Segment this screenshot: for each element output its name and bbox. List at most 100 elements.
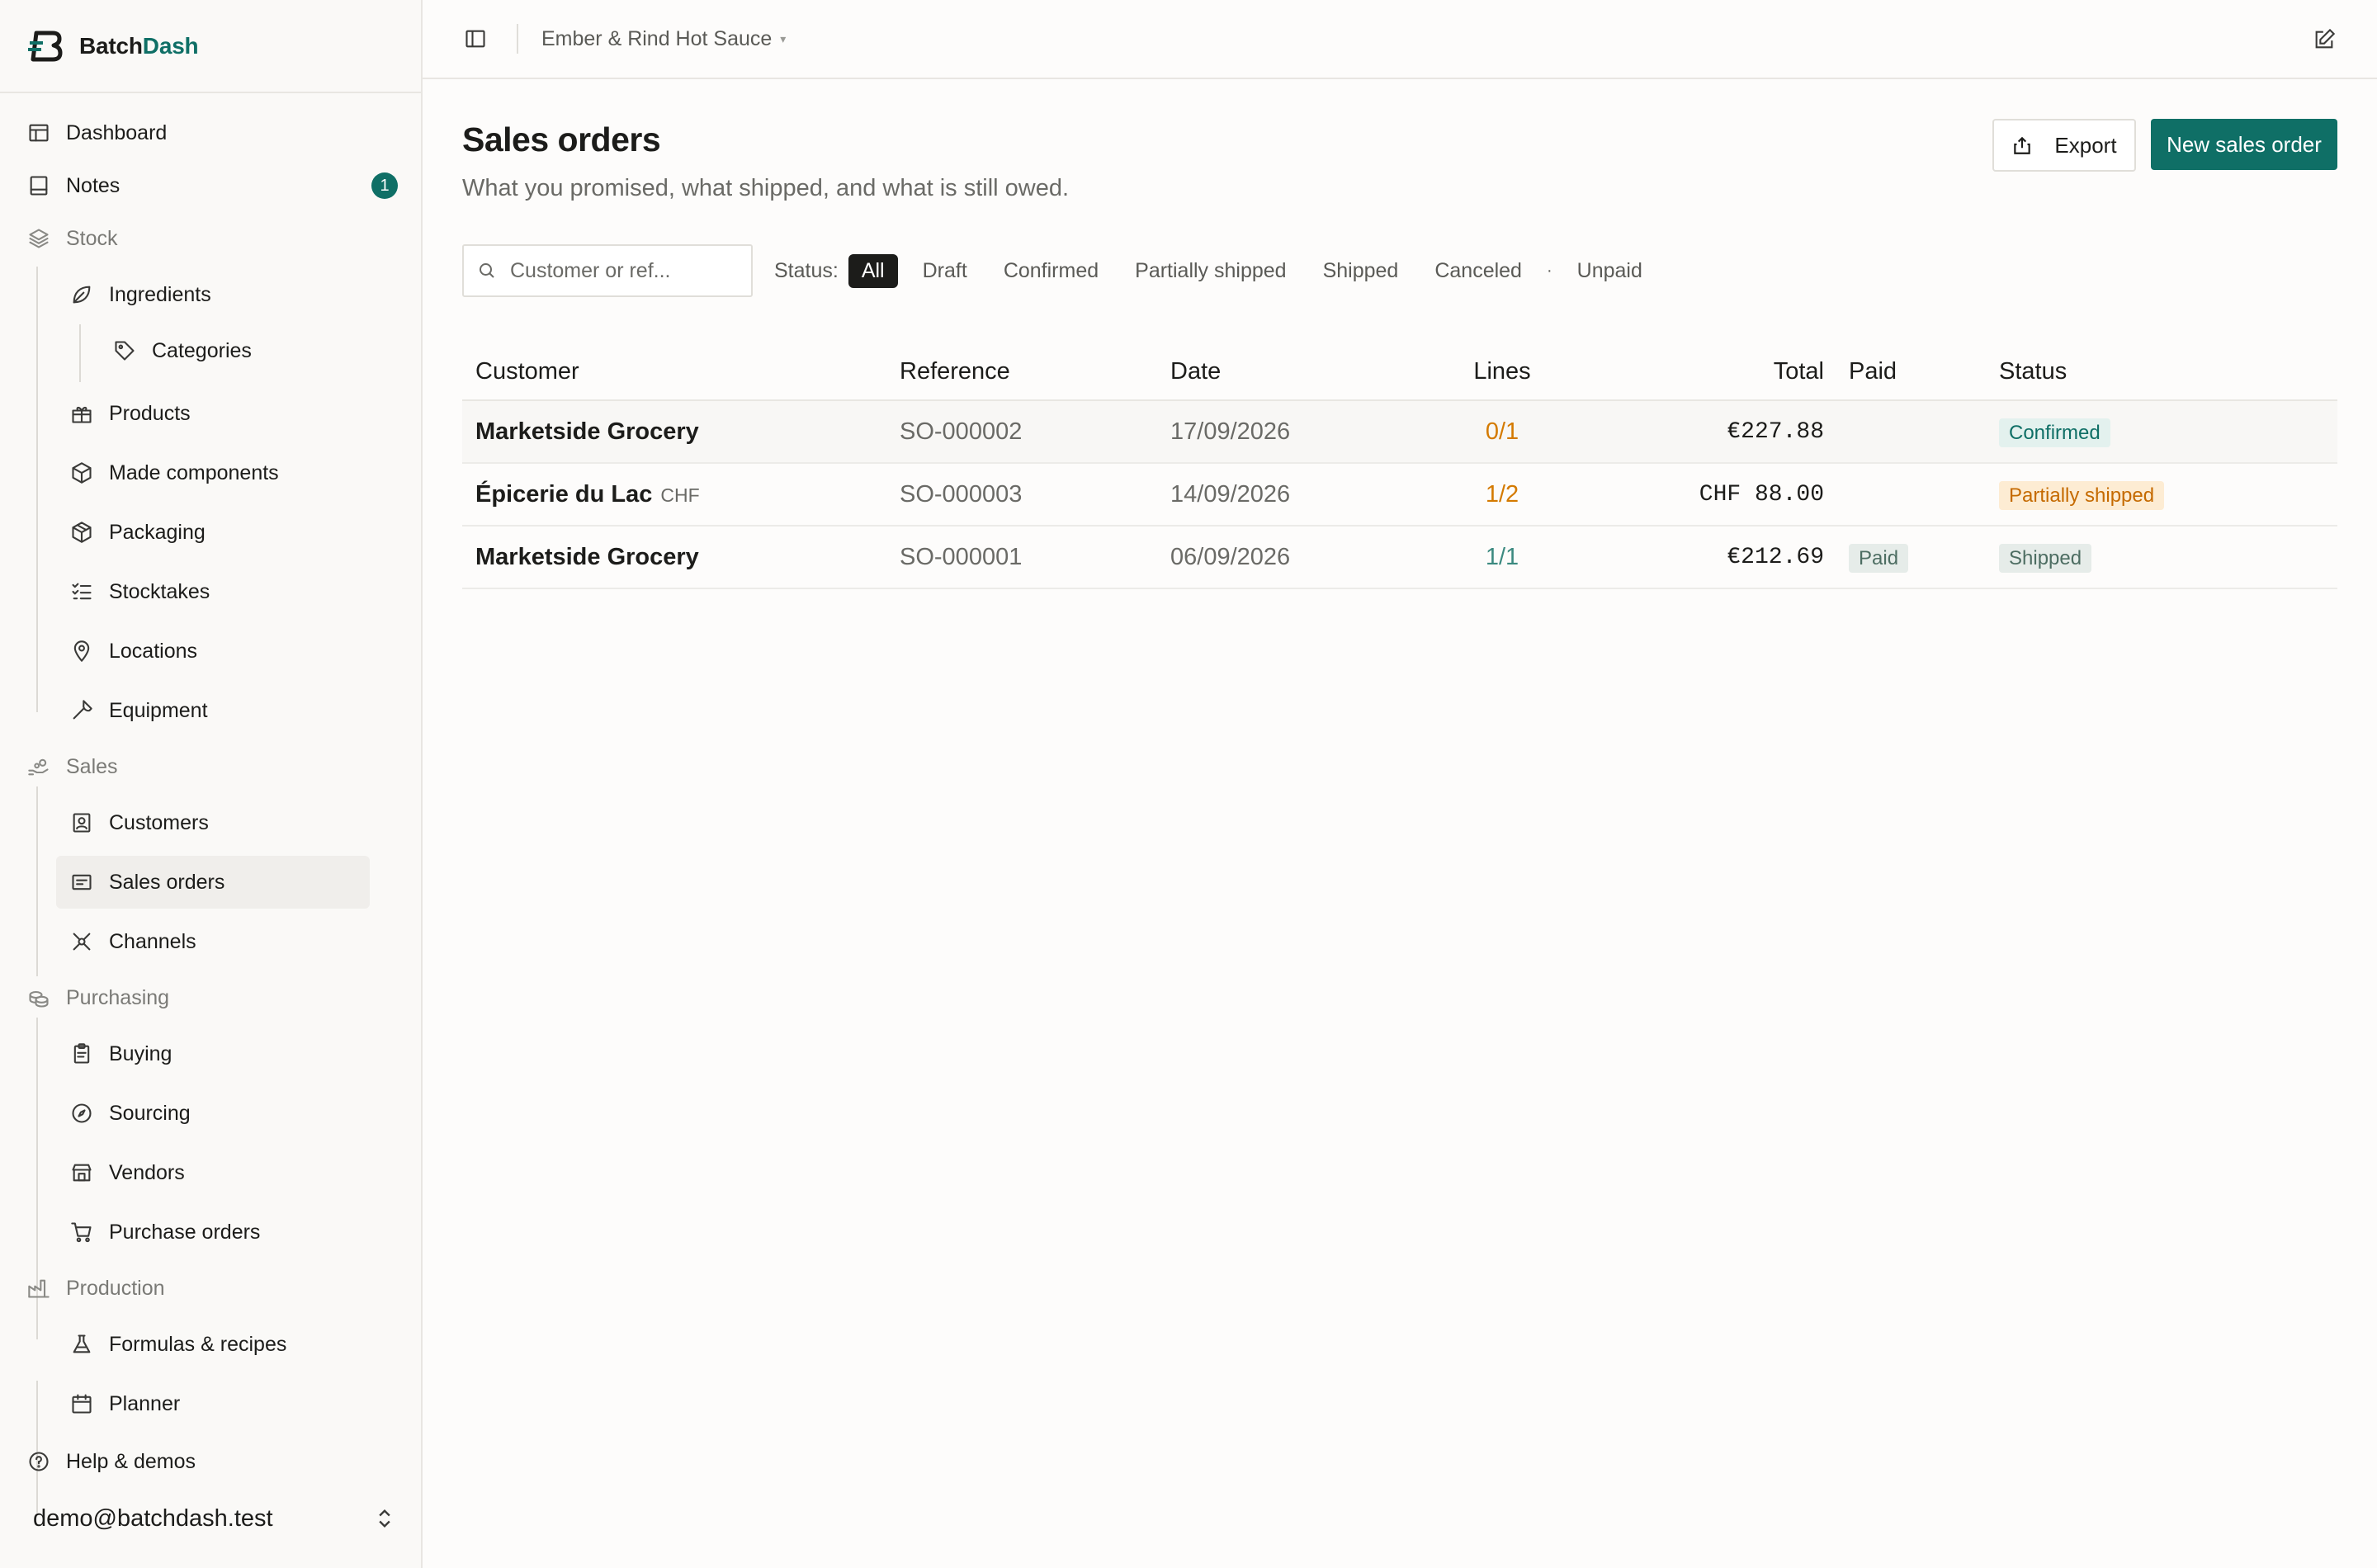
tree-line-ingredients	[79, 324, 81, 382]
hand-coins-icon	[26, 754, 51, 779]
flask-icon	[69, 1332, 94, 1357]
table-row[interactable]: Épicerie du Lac CHF SO-000003 14/09/2026 …	[462, 464, 2337, 527]
factory-icon	[26, 1276, 51, 1301]
sidebar-item-planner[interactable]: Planner	[69, 1377, 370, 1430]
row-customer: Épicerie du Lac CHF	[475, 480, 700, 508]
caret-down-icon: ▾	[780, 31, 787, 45]
sidebar-section-purchasing[interactable]: Purchasing	[26, 971, 398, 1024]
row-total: €227.88	[1727, 418, 1824, 445]
header-reference[interactable]: Reference	[900, 358, 1010, 385]
sidebar-item-purchase-orders[interactable]: Purchase orders	[69, 1206, 370, 1259]
panel-left-icon	[465, 30, 485, 48]
sidebar: BatchDash Dashboard Notes 1 Stock Ingred…	[0, 0, 423, 1568]
status-filter-unpaid[interactable]: Unpaid	[1577, 259, 1642, 283]
row-lines: 1/1	[1485, 543, 1519, 570]
notes-badge: 1	[371, 172, 398, 199]
compass-icon	[69, 1101, 94, 1126]
header-date[interactable]: Date	[1170, 358, 1221, 385]
tag-icon	[112, 338, 137, 363]
sidebar-item-vendors[interactable]: Vendors	[69, 1146, 370, 1199]
calendar-icon	[69, 1391, 94, 1416]
sidebar-item-locations[interactable]: Locations	[69, 625, 370, 678]
status-filter-label: Status:	[774, 258, 839, 282]
sidebar-item-equipment[interactable]: Equipment	[69, 684, 370, 737]
sidebar-item-ingredients[interactable]: Ingredients	[69, 268, 370, 321]
paid-badge: Paid	[1849, 543, 1909, 573]
sidebar-section-production[interactable]: Production	[26, 1262, 398, 1315]
layers-icon	[26, 226, 51, 251]
coins-icon	[26, 985, 51, 1010]
row-date: 06/09/2026	[1170, 543, 1291, 570]
sidebar-item-products[interactable]: Products	[69, 387, 370, 440]
header-status[interactable]: Status	[1999, 358, 2067, 385]
header-paid[interactable]: Paid	[1849, 358, 1897, 385]
status-filter-draft[interactable]: Draft	[923, 259, 967, 283]
sidebar-item-sales-orders[interactable]: Sales orders	[56, 856, 370, 909]
leaf-icon	[69, 282, 94, 307]
sidebar-item-customers[interactable]: Customers	[69, 796, 370, 849]
sidebar-item-notes[interactable]: Notes 1	[26, 159, 398, 212]
brand-name: BatchDash	[79, 32, 199, 59]
chevrons-up-down-icon	[379, 1509, 390, 1528]
workspace-name: Ember & Rind Hot Sauce	[541, 26, 773, 50]
sidebar-section-sales[interactable]: Sales	[26, 740, 398, 793]
filter-separator-dot: ·	[1546, 261, 1552, 280]
row-reference: SO-000001	[900, 543, 1023, 570]
brand[interactable]: BatchDash	[0, 0, 421, 93]
sidebar-item-stocktakes[interactable]: Stocktakes	[69, 565, 370, 618]
sidebar-item-made-components[interactable]: Made components	[69, 446, 370, 499]
header-lines[interactable]: Lines	[1453, 358, 1552, 385]
share-icon	[2014, 136, 2031, 154]
table-header: Customer Reference Date Lines Total Paid…	[462, 343, 2337, 401]
account-switcher[interactable]: demo@batchdash.test	[33, 1494, 396, 1543]
map-pin-icon	[69, 639, 94, 664]
search-icon	[480, 263, 494, 278]
compose-button[interactable]	[2308, 23, 2341, 56]
row-reference: SO-000002	[900, 418, 1023, 445]
edit-icon	[2315, 28, 2336, 49]
status-filter-canceled[interactable]: Canceled	[1434, 259, 1522, 283]
sidebar-item-packaging[interactable]: Packaging	[69, 506, 370, 559]
sidebar-item-dashboard[interactable]: Dashboard	[26, 106, 398, 159]
sidebar-item-buying[interactable]: Buying	[69, 1027, 370, 1080]
workspace-switcher[interactable]: Ember & Rind Hot Sauce ▾	[541, 27, 786, 51]
sidebar-item-help[interactable]: Help & demos	[26, 1435, 398, 1488]
sidebar-item-categories[interactable]: Categories	[112, 324, 360, 377]
search-box[interactable]	[462, 244, 753, 297]
status-badge: Shipped	[1999, 543, 2092, 573]
sales-orders-table: Customer Reference Date Lines Total Paid…	[462, 343, 2337, 589]
cart-icon	[69, 1220, 94, 1244]
top-bar: Ember & Rind Hot Sauce ▾	[423, 0, 2377, 79]
batchdash-logo-icon	[28, 31, 63, 61]
sidebar-item-channels[interactable]: Channels	[69, 915, 370, 968]
package-icon	[69, 520, 94, 545]
tree-line-sales	[36, 786, 38, 976]
sidebar-section-stock[interactable]: Stock	[26, 212, 398, 265]
page-title: Sales orders	[462, 120, 661, 158]
status-filter-all[interactable]: All	[848, 253, 898, 288]
search-input[interactable]	[510, 258, 749, 283]
help-circle-icon	[26, 1449, 51, 1474]
header-customer[interactable]: Customer	[475, 358, 579, 385]
wrench-icon	[69, 698, 94, 723]
header-total[interactable]: Total	[1774, 358, 1824, 385]
export-button[interactable]: Export	[1992, 119, 2136, 172]
row-lines: 0/1	[1485, 418, 1519, 445]
row-date: 17/09/2026	[1170, 418, 1291, 445]
sidebar-toggle-button[interactable]	[459, 22, 492, 55]
status-badge: Confirmed	[1999, 418, 2110, 447]
status-filter-partially-shipped[interactable]: Partially shipped	[1135, 259, 1286, 283]
status-filter-confirmed[interactable]: Confirmed	[1004, 259, 1099, 283]
tree-line-stock	[36, 267, 38, 712]
row-customer: Marketside Grocery	[475, 543, 699, 570]
status-filter-shipped[interactable]: Shipped	[1323, 259, 1399, 283]
sidebar-item-sourcing[interactable]: Sourcing	[69, 1087, 370, 1140]
sidebar-item-formulas[interactable]: Formulas & recipes	[69, 1318, 370, 1371]
table-row[interactable]: Marketside Grocery SO-000001 06/09/2026 …	[462, 527, 2337, 589]
checklist-icon	[69, 579, 94, 604]
topbar-divider	[517, 24, 518, 54]
table-row[interactable]: Marketside Grocery SO-000002 17/09/2026 …	[462, 401, 2337, 464]
new-sales-order-button[interactable]: New sales order	[2151, 119, 2337, 170]
network-icon	[69, 929, 94, 954]
currency-code: CHF	[660, 484, 700, 506]
